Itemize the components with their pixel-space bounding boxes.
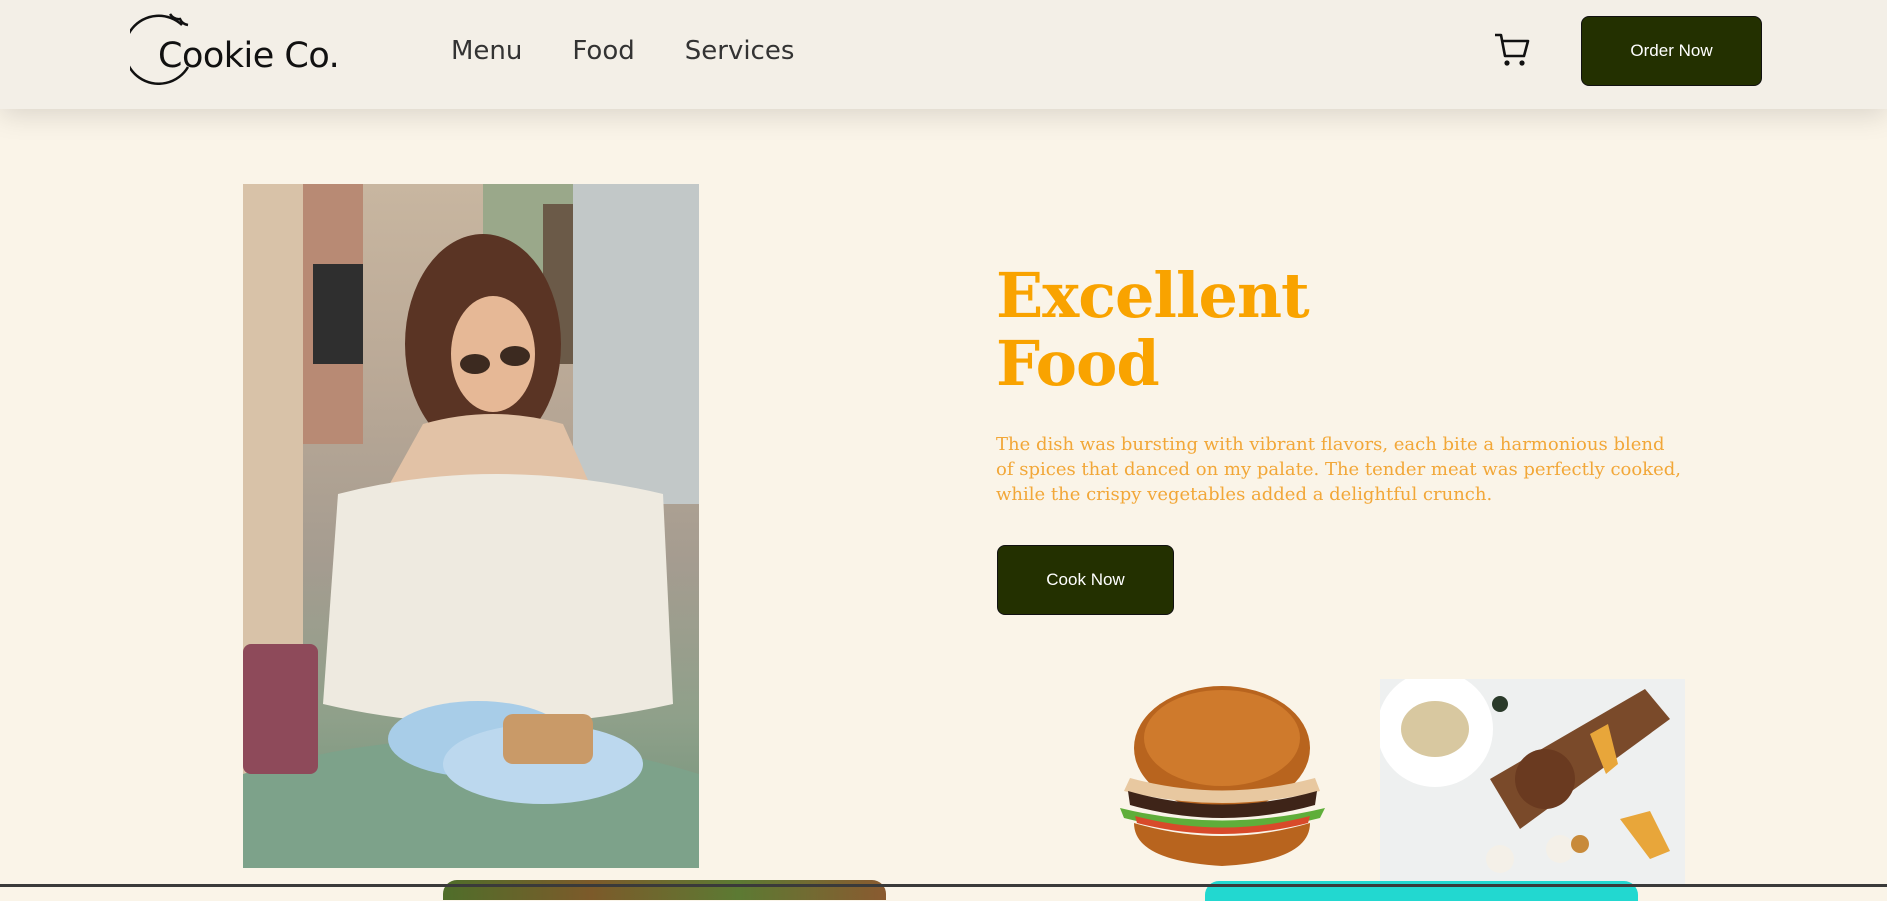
woman-eating-photo (243, 184, 699, 868)
hero-description: The dish was bursting with vibrant flavo… (996, 434, 1682, 505)
hero-title-line1: Excellent (996, 259, 1310, 332)
site-header: Cookie Co. Menu Food Services Order Now (0, 0, 1887, 109)
nav-food[interactable]: Food (572, 36, 634, 66)
food-platter-image (1380, 679, 1685, 887)
order-now-button[interactable]: Order Now (1581, 16, 1762, 86)
logo[interactable]: Cookie Co. (130, 10, 360, 85)
bottom-food-card (443, 880, 886, 900)
burger-image (1110, 683, 1335, 868)
hero-title-line2: Food (996, 327, 1160, 400)
nav-menu[interactable]: Menu (451, 36, 522, 66)
cart-icon[interactable] (1492, 30, 1532, 70)
hero-title: Excellent Food (996, 259, 1310, 400)
main-nav: Menu Food Services (451, 36, 794, 66)
nav-services[interactable]: Services (685, 36, 795, 66)
cook-now-button[interactable]: Cook Now (997, 545, 1174, 615)
logo-text: Cookie Co. (158, 36, 340, 76)
